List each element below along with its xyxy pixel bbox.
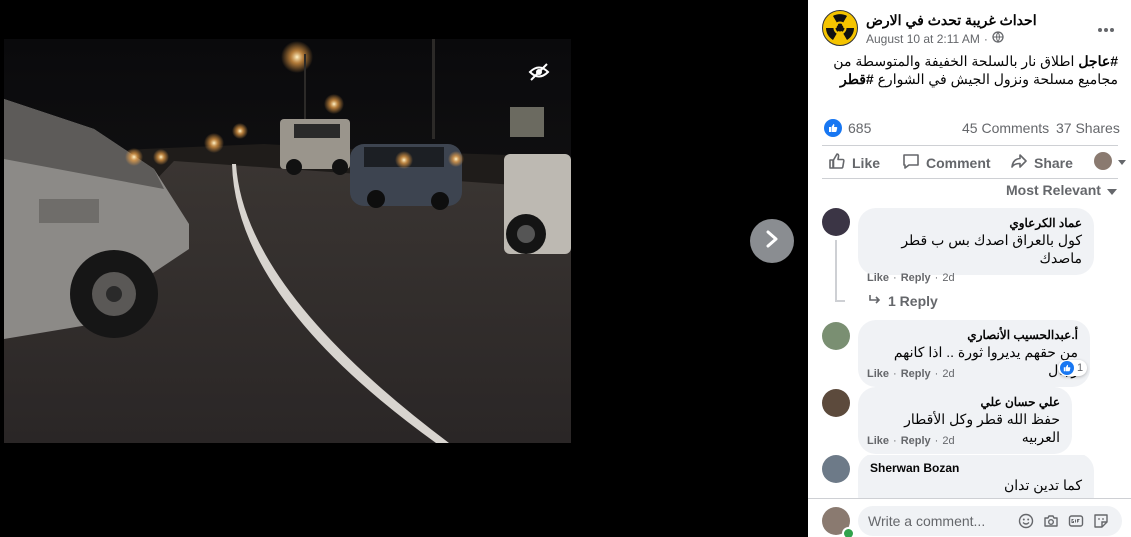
comment-reply-link[interactable]: Reply [901, 272, 931, 284]
next-photo-button[interactable] [750, 219, 794, 263]
commenter-name[interactable]: علي حسان علي [870, 394, 1060, 410]
commenter-name[interactable]: عماد الكرعاوي [870, 215, 1082, 231]
comment-like-link[interactable]: Like [867, 272, 889, 284]
post-body: اطلاق نار بالسلحة الخفيفة والمتوسطة من م… [833, 53, 1118, 87]
page-avatar[interactable] [822, 10, 858, 46]
comment-time[interactable]: 2d [942, 435, 954, 447]
caret-down-icon [1118, 153, 1126, 169]
camera-icon[interactable] [1043, 513, 1059, 529]
comment-reaction-badge[interactable]: 1 [1058, 360, 1088, 376]
comments-count[interactable]: 45 Comments [962, 120, 1049, 136]
comment-bubble: Sherwan Bozan كما تدين تدان . [858, 455, 1094, 498]
view-replies-link[interactable]: 1 Reply [868, 293, 938, 309]
comment-item: علي حسان علي حفظ الله قطر وكل الأقطار ال… [822, 387, 1122, 454]
comment-actions: Like · Reply · 2d [867, 435, 955, 447]
comment-button[interactable]: Comment [902, 152, 991, 173]
post-photo[interactable] [4, 39, 571, 443]
commenter-name[interactable]: Sherwan Bozan [870, 460, 1082, 476]
comment-input-placeholder: Write a comment... [868, 513, 986, 529]
globe-icon [992, 31, 1004, 46]
composer-tools [1018, 506, 1109, 536]
commenter-avatar[interactable] [822, 208, 850, 236]
more-icon [1098, 19, 1114, 37]
user-avatar-small [1094, 152, 1112, 170]
share-button[interactable]: Share [1010, 152, 1073, 173]
reactions-count[interactable]: 685 [848, 120, 871, 136]
hashtag-qatar[interactable]: #قطر [840, 71, 874, 87]
hashtag-urgent[interactable]: #عاجل [1078, 53, 1118, 69]
radiation-icon [823, 14, 857, 49]
online-status-indicator [842, 527, 855, 537]
post-text: #عاجل اطلاق نار بالسلحة الخفيفة والمتوسط… [818, 52, 1118, 88]
comment-time[interactable]: 2d [942, 368, 954, 380]
divider [822, 178, 1118, 179]
commenter-avatar[interactable] [822, 455, 850, 483]
comment-sort-selector[interactable]: Most Relevant [1006, 182, 1117, 198]
media-viewer [0, 0, 808, 537]
reply-arrow-icon [868, 293, 882, 309]
commenter-name[interactable]: أ.عبدالحسيب الأنصاري [870, 327, 1078, 343]
page-name[interactable]: احداث غريبة تحدث في الارض [866, 12, 1037, 29]
gif-icon[interactable] [1068, 513, 1084, 529]
sort-label: Most Relevant [1006, 182, 1101, 198]
post-timestamp[interactable]: August 10 at 2:11 AM [866, 32, 980, 46]
comment-bubble: عماد الكرعاوي كول بالعراق اصدك بس ب قطر … [858, 208, 1094, 275]
comment-icon [902, 152, 920, 173]
next-arrow-icon [764, 230, 780, 253]
post-actions: Like Comment Share [822, 150, 1126, 174]
commenter-avatar[interactable] [822, 322, 850, 350]
shares-count[interactable]: 37 Shares [1056, 120, 1120, 136]
comment-label: Comment [926, 154, 991, 171]
like-reaction-icon [1060, 361, 1074, 375]
comment-time[interactable]: 2d [942, 272, 954, 284]
thumbs-up-icon [828, 152, 846, 173]
comment-reaction-count: 1 [1077, 362, 1084, 374]
comment-item: أ.عبدالحسيب الأنصاري من حقهم يديروا ثورة… [822, 320, 1122, 387]
share-label: Share [1034, 154, 1073, 171]
hide-icon[interactable] [528, 62, 550, 82]
caret-down-icon [1106, 182, 1117, 198]
post-stats: 685 45 Comments 37 Shares [822, 118, 1122, 138]
divider [808, 498, 1131, 499]
comment-actions: Like · Reply · 2d [867, 368, 955, 380]
like-label: Like [852, 154, 881, 171]
comment-text: كما تدين تدان . [1003, 477, 1082, 498]
comment-composer: Write a comment... [808, 498, 1131, 537]
comment-like-link[interactable]: Like [867, 435, 889, 447]
comment-like-link[interactable]: Like [867, 368, 889, 380]
thread-line [835, 300, 845, 302]
comment-item: Sherwan Bozan كما تدين تدان . [822, 455, 1122, 498]
share-icon [1010, 152, 1028, 173]
like-reaction-icon[interactable] [824, 119, 842, 137]
comment-item: عماد الكرعاوي كول بالعراق اصدك بس ب قطر … [822, 208, 1122, 309]
comment-text-line: كول بالعراق اصدك بس ب قطر [901, 232, 1082, 248]
comment-reply-link[interactable]: Reply [901, 435, 931, 447]
divider [822, 145, 1118, 146]
emoji-icon[interactable] [1018, 513, 1034, 529]
audience-selector[interactable] [1094, 152, 1126, 170]
sticker-icon[interactable] [1093, 513, 1109, 529]
commenter-avatar[interactable] [822, 389, 850, 417]
post-panel: احداث غريبة تحدث في الارض August 10 at 2… [808, 0, 1131, 537]
comment-actions: Like · Reply · 2d [867, 272, 955, 284]
like-button[interactable]: Like [828, 152, 880, 173]
post-header: احداث غريبة تحدث في الارض August 10 at 2… [822, 10, 1122, 50]
more-options-button[interactable] [1092, 18, 1120, 38]
comment-reply-link[interactable]: Reply [901, 368, 931, 380]
meta-separator: · [983, 31, 988, 46]
comment-text-line: ماصدك [1039, 250, 1082, 266]
thread-line [835, 240, 837, 302]
replies-count: 1 Reply [888, 293, 938, 309]
post-meta: August 10 at 2:11 AM · [866, 31, 1004, 46]
